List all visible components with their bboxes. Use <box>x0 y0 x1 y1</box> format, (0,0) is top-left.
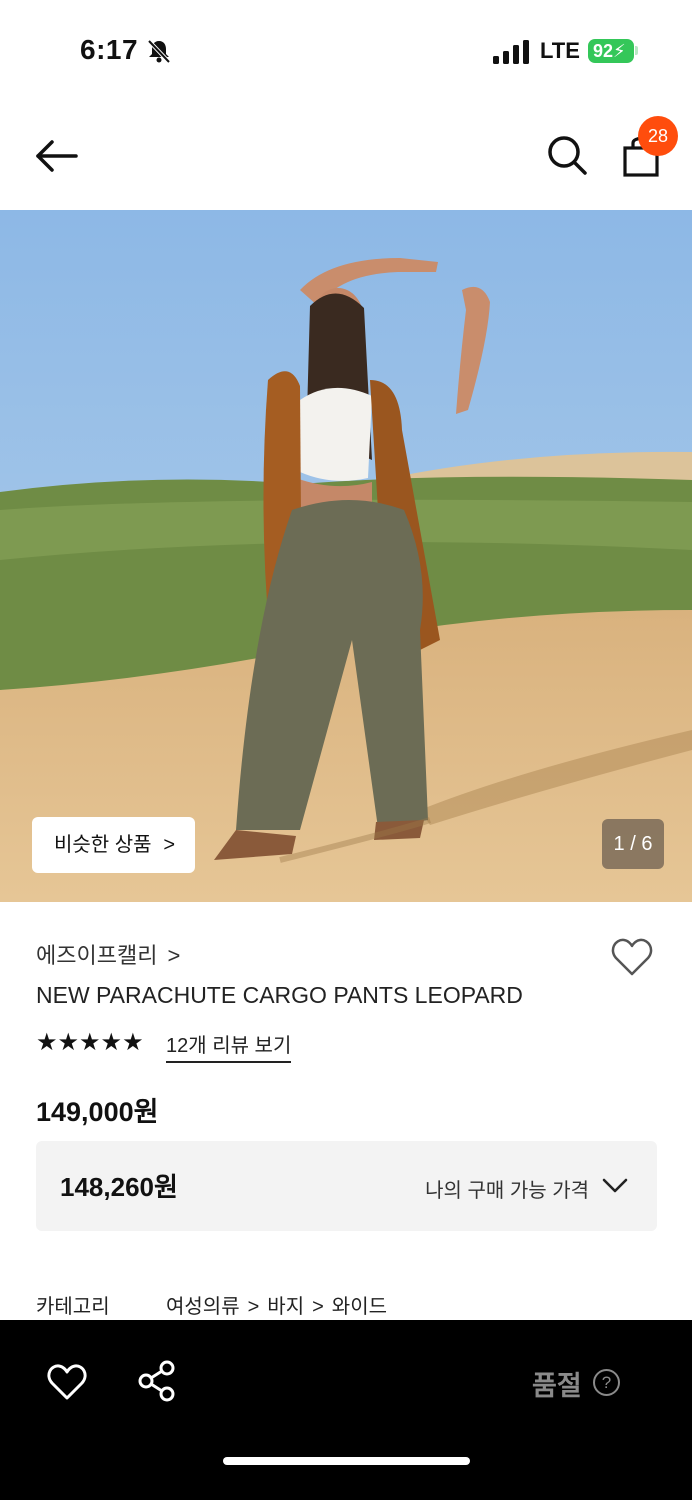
category-breadcrumb: 여성의류 > 바지 > 와이드 <box>166 1290 387 1319</box>
product-title: NEW PARACHUTE CARGO PANTS LEOPARD <box>36 982 523 1008</box>
image-page-indicator: 1 / 6 <box>602 819 664 869</box>
cart-count-badge: 28 <box>638 116 678 156</box>
product-image-carousel[interactable]: 비슷한 상품 > 1 / 6 <box>0 210 692 902</box>
brand-name: 에즈이프캘리 <box>36 943 158 968</box>
my-price-value: 148,260원 <box>60 1172 178 1202</box>
my-price-label: 나의 구매 가능 가격 <box>425 1180 589 1202</box>
review-link[interactable]: 12개 리뷰 보기 <box>166 1029 292 1063</box>
status-bar: 6:17 LTE 92⚡ <box>0 0 692 100</box>
breadcrumb-item[interactable]: 바지 <box>267 1296 304 1318</box>
back-arrow-icon[interactable] <box>34 136 78 176</box>
rating-stars: ★★★★★ <box>36 1029 144 1056</box>
heart-icon[interactable] <box>46 1362 88 1402</box>
battery-tip <box>635 46 638 55</box>
home-indicator <box>223 1457 470 1465</box>
breadcrumb-separator: > <box>247 1296 260 1318</box>
chevron-down-icon <box>602 1178 628 1193</box>
breadcrumb-item[interactable]: 여성의류 <box>166 1296 240 1318</box>
breadcrumb-separator: > <box>312 1296 324 1318</box>
similar-products-button[interactable]: 비슷한 상품 > <box>32 817 195 873</box>
my-price-dropdown[interactable]: 148,260원 나의 구매 가능 가격 <box>36 1141 657 1231</box>
breadcrumb-item[interactable]: 와이드 <box>332 1296 387 1318</box>
category-label: 카테고리 <box>36 1296 110 1318</box>
chevron-right-icon: > <box>167 943 181 968</box>
search-icon[interactable] <box>546 134 588 176</box>
bell-slash-icon <box>147 39 171 64</box>
chevron-right-icon: > <box>163 834 175 856</box>
share-icon[interactable] <box>137 1360 177 1402</box>
network-label: LTE <box>540 38 580 63</box>
help-icon[interactable]: ? <box>593 1369 620 1396</box>
signal-icon <box>493 40 529 64</box>
battery-indicator: 92⚡ <box>588 39 634 63</box>
nav-header: 28 <box>0 100 692 210</box>
product-photo <box>0 210 692 902</box>
charging-bolt-icon: ⚡ <box>613 41 626 61</box>
similar-products-label: 비슷한 상품 <box>54 834 152 856</box>
bottom-action-bar: 품절 ? <box>0 1320 692 1500</box>
heart-icon[interactable] <box>610 936 654 978</box>
brand-link[interactable]: 에즈이프캘리 > <box>36 938 180 970</box>
status-time: 6:17 <box>80 34 139 65</box>
battery-level: 92 <box>593 41 614 61</box>
soldout-label: 품절 <box>532 1371 582 1401</box>
product-price: 149,000원 <box>36 1097 159 1127</box>
